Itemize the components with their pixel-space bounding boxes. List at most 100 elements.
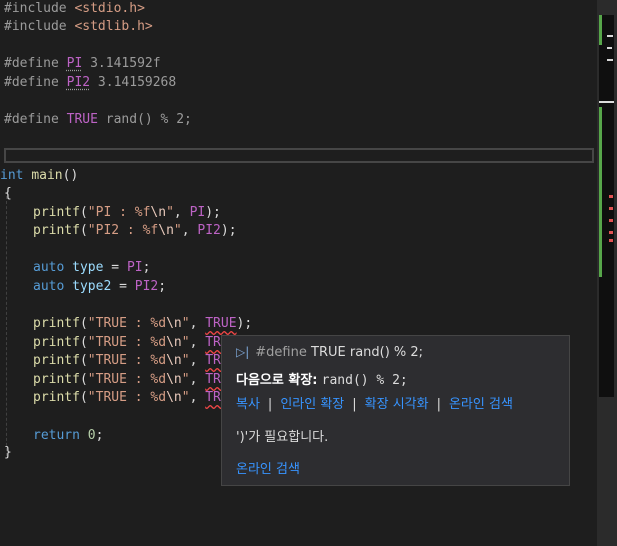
macro-name: TRUE bbox=[66, 112, 98, 127]
keyword: auto bbox=[33, 260, 65, 275]
search-row: 온라인 검색 bbox=[236, 458, 300, 477]
visualize-expansion-link[interactable]: 확장 시각화 bbox=[365, 397, 429, 412]
error-marker bbox=[609, 239, 613, 242]
paren: ( bbox=[79, 390, 88, 405]
macro-token: 2 bbox=[176, 112, 185, 127]
minimap-viewport[interactable] bbox=[599, 15, 614, 397]
macro-token: () bbox=[137, 112, 153, 127]
current-line-highlight bbox=[4, 148, 594, 163]
escape-sequence: \n bbox=[158, 223, 174, 238]
action-links: 복사 | 인라인 확장 | 확장 시각화 | 온라인 검색 bbox=[236, 393, 513, 412]
code-line-auto-type[interactable]: auto type = PI; bbox=[33, 259, 150, 277]
string-literal: "TRUE : %d bbox=[87, 316, 167, 331]
error-marker bbox=[609, 195, 613, 198]
macro-value: rand() % 2; bbox=[349, 345, 424, 360]
comma: , bbox=[189, 390, 206, 405]
macro-ref: PI bbox=[189, 205, 206, 220]
code-line-return[interactable]: return 0; bbox=[33, 427, 103, 445]
string-literal: "PI : %f bbox=[87, 205, 151, 220]
quick-info-popup: ▷| #define TRUE rand() % 2; 다음으로 확장: rand… bbox=[221, 335, 570, 486]
code-line-close-brace[interactable]: } bbox=[4, 444, 12, 462]
close: ); bbox=[236, 316, 253, 331]
keyword: return bbox=[33, 428, 80, 443]
code-line-define-pi[interactable]: #define PI 3.141592f bbox=[4, 55, 161, 73]
change-marker bbox=[599, 107, 602, 277]
minimap-scrollbar[interactable] bbox=[597, 0, 617, 546]
code-line-open-brace[interactable]: { bbox=[4, 185, 12, 203]
semicolon: ; bbox=[158, 279, 167, 294]
define-keyword: #define bbox=[255, 345, 307, 360]
string-literal: " bbox=[181, 372, 190, 387]
string-literal: " bbox=[166, 205, 174, 220]
function-name: printf bbox=[33, 223, 80, 238]
code-line-include-stdlib[interactable]: #include <stdlib.h> bbox=[4, 18, 153, 36]
paren: ( bbox=[79, 205, 88, 220]
keyword: int bbox=[0, 168, 24, 183]
expand-value: rand() % 2; bbox=[321, 373, 408, 388]
string-literal: "TRUE : %d bbox=[87, 335, 167, 350]
paren: ( bbox=[79, 335, 88, 350]
comma: , bbox=[189, 316, 206, 331]
expand-label: 다음으로 확장: bbox=[236, 373, 318, 388]
online-search-link[interactable]: 온라인 검색 bbox=[449, 397, 513, 412]
code-line-printf-true[interactable]: printf("TRUE : %d\n", TRU bbox=[33, 352, 229, 370]
string-literal: " bbox=[181, 353, 190, 368]
escape-sequence: \n bbox=[166, 372, 182, 387]
separator: | bbox=[352, 397, 357, 412]
code-line-printf-true[interactable]: printf("TRUE : %d\n", TRUE); bbox=[33, 315, 252, 333]
code-line-printf-true[interactable]: printf("TRUE : %d\n", TRU bbox=[33, 389, 229, 407]
directive: #include bbox=[4, 19, 75, 34]
function-name: main bbox=[31, 168, 63, 183]
directive: #define bbox=[4, 112, 67, 127]
macro-name: TRUE bbox=[311, 345, 346, 360]
number-literal: 0 bbox=[87, 428, 96, 443]
minimap-line bbox=[607, 47, 612, 49]
operator: = bbox=[111, 279, 135, 294]
code-line-main[interactable]: int main() bbox=[0, 167, 78, 185]
code-line-auto-type2[interactable]: auto type2 = PI2; bbox=[33, 278, 166, 296]
separator: | bbox=[436, 397, 441, 412]
error-marker bbox=[609, 231, 613, 234]
semicolon: ; bbox=[142, 260, 151, 275]
parens: () bbox=[62, 168, 79, 183]
string-literal: " bbox=[181, 335, 190, 350]
minimap-line bbox=[607, 35, 613, 37]
macro-ref: PI2 bbox=[134, 279, 159, 294]
define-icon: ▷| bbox=[236, 345, 250, 359]
identifier: type bbox=[72, 260, 104, 275]
escape-sequence: \n bbox=[166, 316, 182, 331]
macro-token: % bbox=[152, 112, 177, 127]
macro-value: 3.141592f bbox=[82, 56, 161, 71]
code-line-printf-true[interactable]: printf("TRUE : %d\n", TRU bbox=[33, 371, 229, 389]
paren: ( bbox=[79, 316, 88, 331]
close: ); bbox=[205, 205, 221, 220]
code-line-define-true[interactable]: #define TRUE rand() % 2; bbox=[4, 111, 192, 129]
code-line-include-stdio[interactable]: #include <stdio.h> bbox=[4, 0, 145, 18]
operator: = bbox=[103, 260, 127, 275]
header-name: <stdlib.h> bbox=[74, 19, 153, 34]
macro-ref-error[interactable]: TRUE bbox=[205, 316, 236, 331]
expand-row: 다음으로 확장: rand() % 2; bbox=[236, 369, 408, 388]
paren: ( bbox=[79, 223, 88, 238]
string-literal: " bbox=[181, 316, 190, 331]
code-line-printf-pi2[interactable]: printf("PI2 : %f\n", PI2); bbox=[33, 222, 237, 240]
minimap-divider bbox=[599, 101, 614, 103]
function-name: printf bbox=[33, 390, 80, 405]
inline-expand-link[interactable]: 인라인 확장 bbox=[280, 397, 344, 412]
error-marker bbox=[609, 219, 613, 222]
comma: , bbox=[173, 205, 190, 220]
change-marker bbox=[599, 15, 602, 45]
copy-link[interactable]: 복사 bbox=[236, 397, 260, 412]
online-search-error-link[interactable]: 온라인 검색 bbox=[236, 462, 300, 477]
function-name: printf bbox=[33, 335, 80, 350]
macro-ref: PI bbox=[126, 260, 143, 275]
code-line-define-pi2[interactable]: #define PI2 3.14159268 bbox=[4, 74, 176, 92]
paren: ( bbox=[79, 372, 88, 387]
macro-name: PI bbox=[66, 56, 83, 71]
directive: #define bbox=[4, 56, 67, 71]
error-marker bbox=[609, 207, 613, 210]
code-line-printf-true[interactable]: printf("TRUE : %d\n", TRU bbox=[33, 334, 229, 352]
code-line-printf-pi[interactable]: printf("PI : %f\n", PI); bbox=[33, 204, 221, 222]
